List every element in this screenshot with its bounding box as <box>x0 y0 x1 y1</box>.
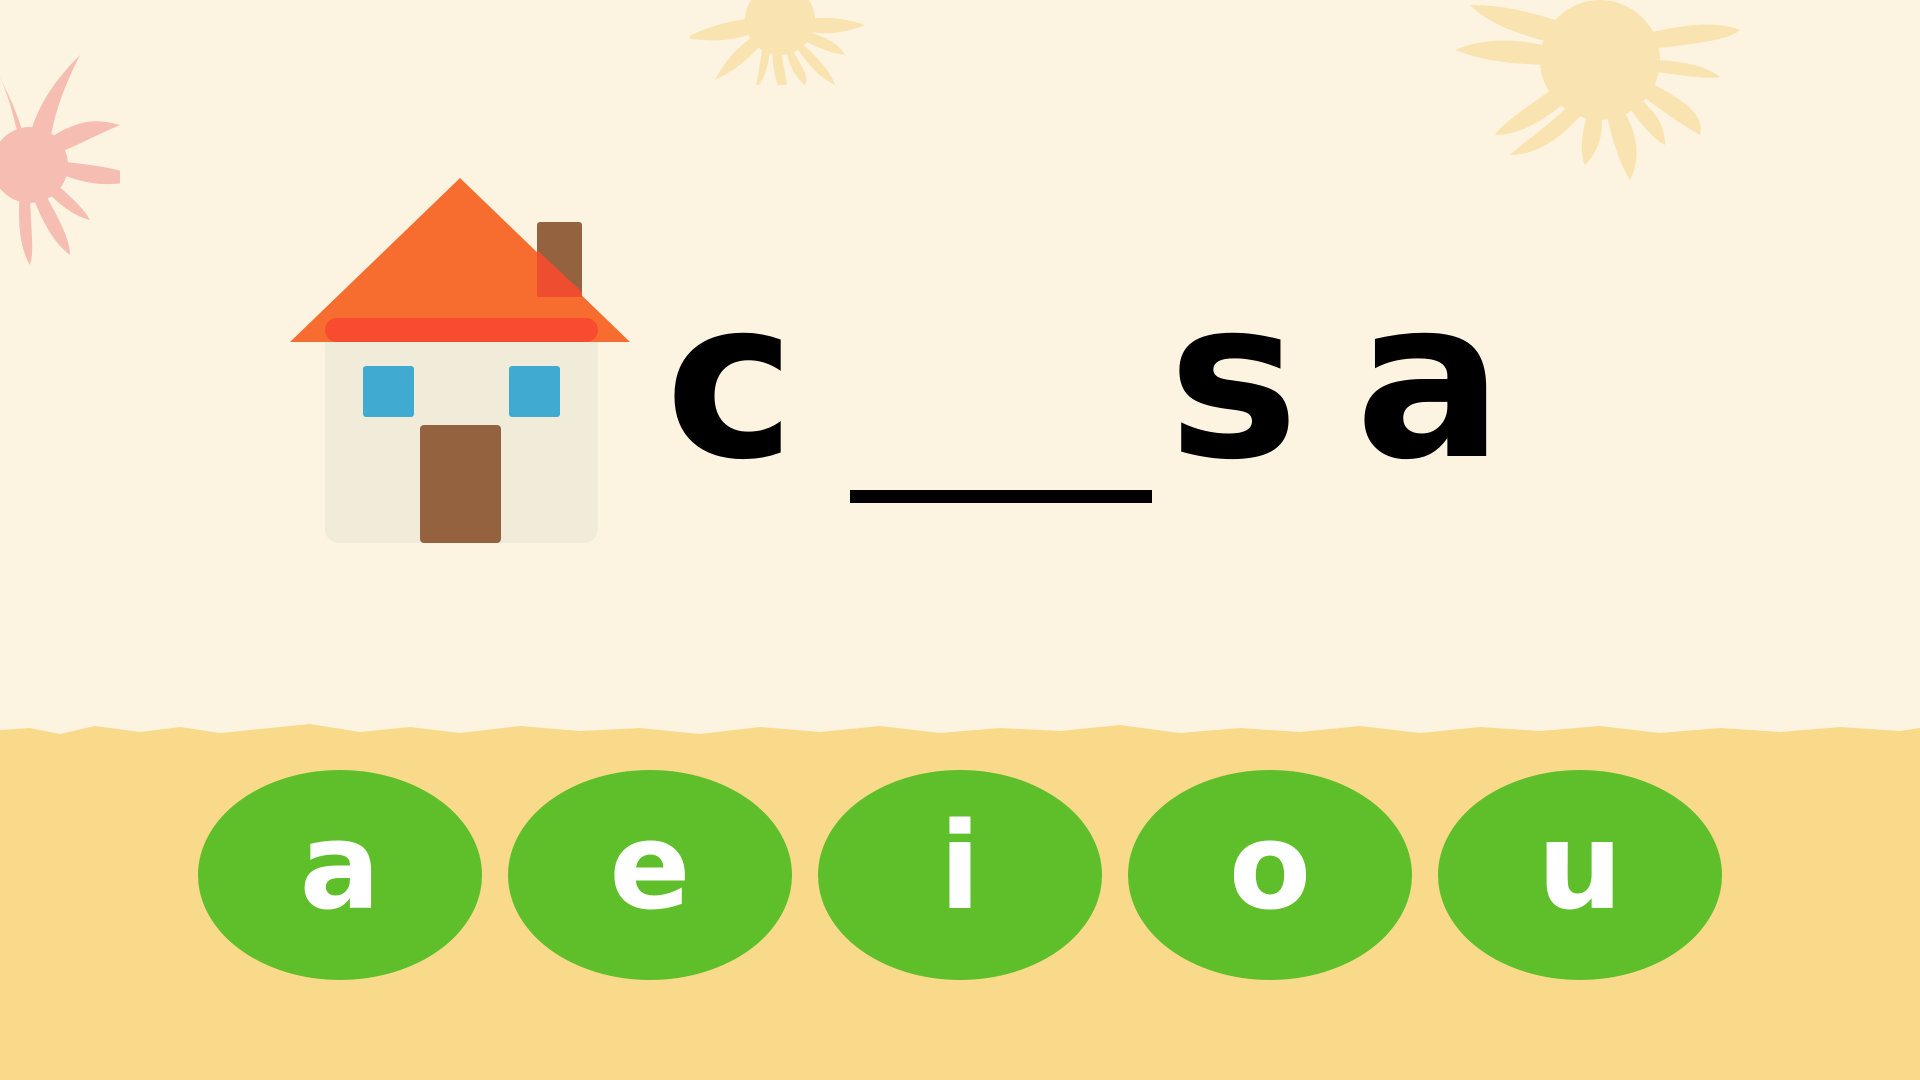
choice-button-o[interactable]: o <box>1128 770 1412 980</box>
word-letter-a: a <box>1355 252 1504 508</box>
yellow-flower-decoration <box>690 0 865 85</box>
house-icon <box>290 178 630 543</box>
word-letter-c: c <box>665 252 796 508</box>
word-letter-s: s <box>1168 252 1299 508</box>
yellow-flower-decoration-large <box>1455 0 1740 180</box>
choice-label: i <box>939 798 981 937</box>
choice-button-e[interactable]: e <box>508 770 792 980</box>
choice-button-a[interactable]: a <box>198 770 482 980</box>
missing-letter-blank[interactable] <box>850 490 1152 503</box>
pink-flower-decoration <box>0 55 120 265</box>
choice-button-i[interactable]: i <box>818 770 1102 980</box>
choice-label: u <box>1537 798 1623 937</box>
game-scene: c s a a e i o u <box>0 0 1920 1080</box>
choice-button-u[interactable]: u <box>1438 770 1722 980</box>
choice-label: e <box>609 798 691 937</box>
choice-label: a <box>299 798 381 937</box>
vowel-choices: a e i o u <box>0 770 1920 980</box>
choice-label: o <box>1228 798 1312 937</box>
